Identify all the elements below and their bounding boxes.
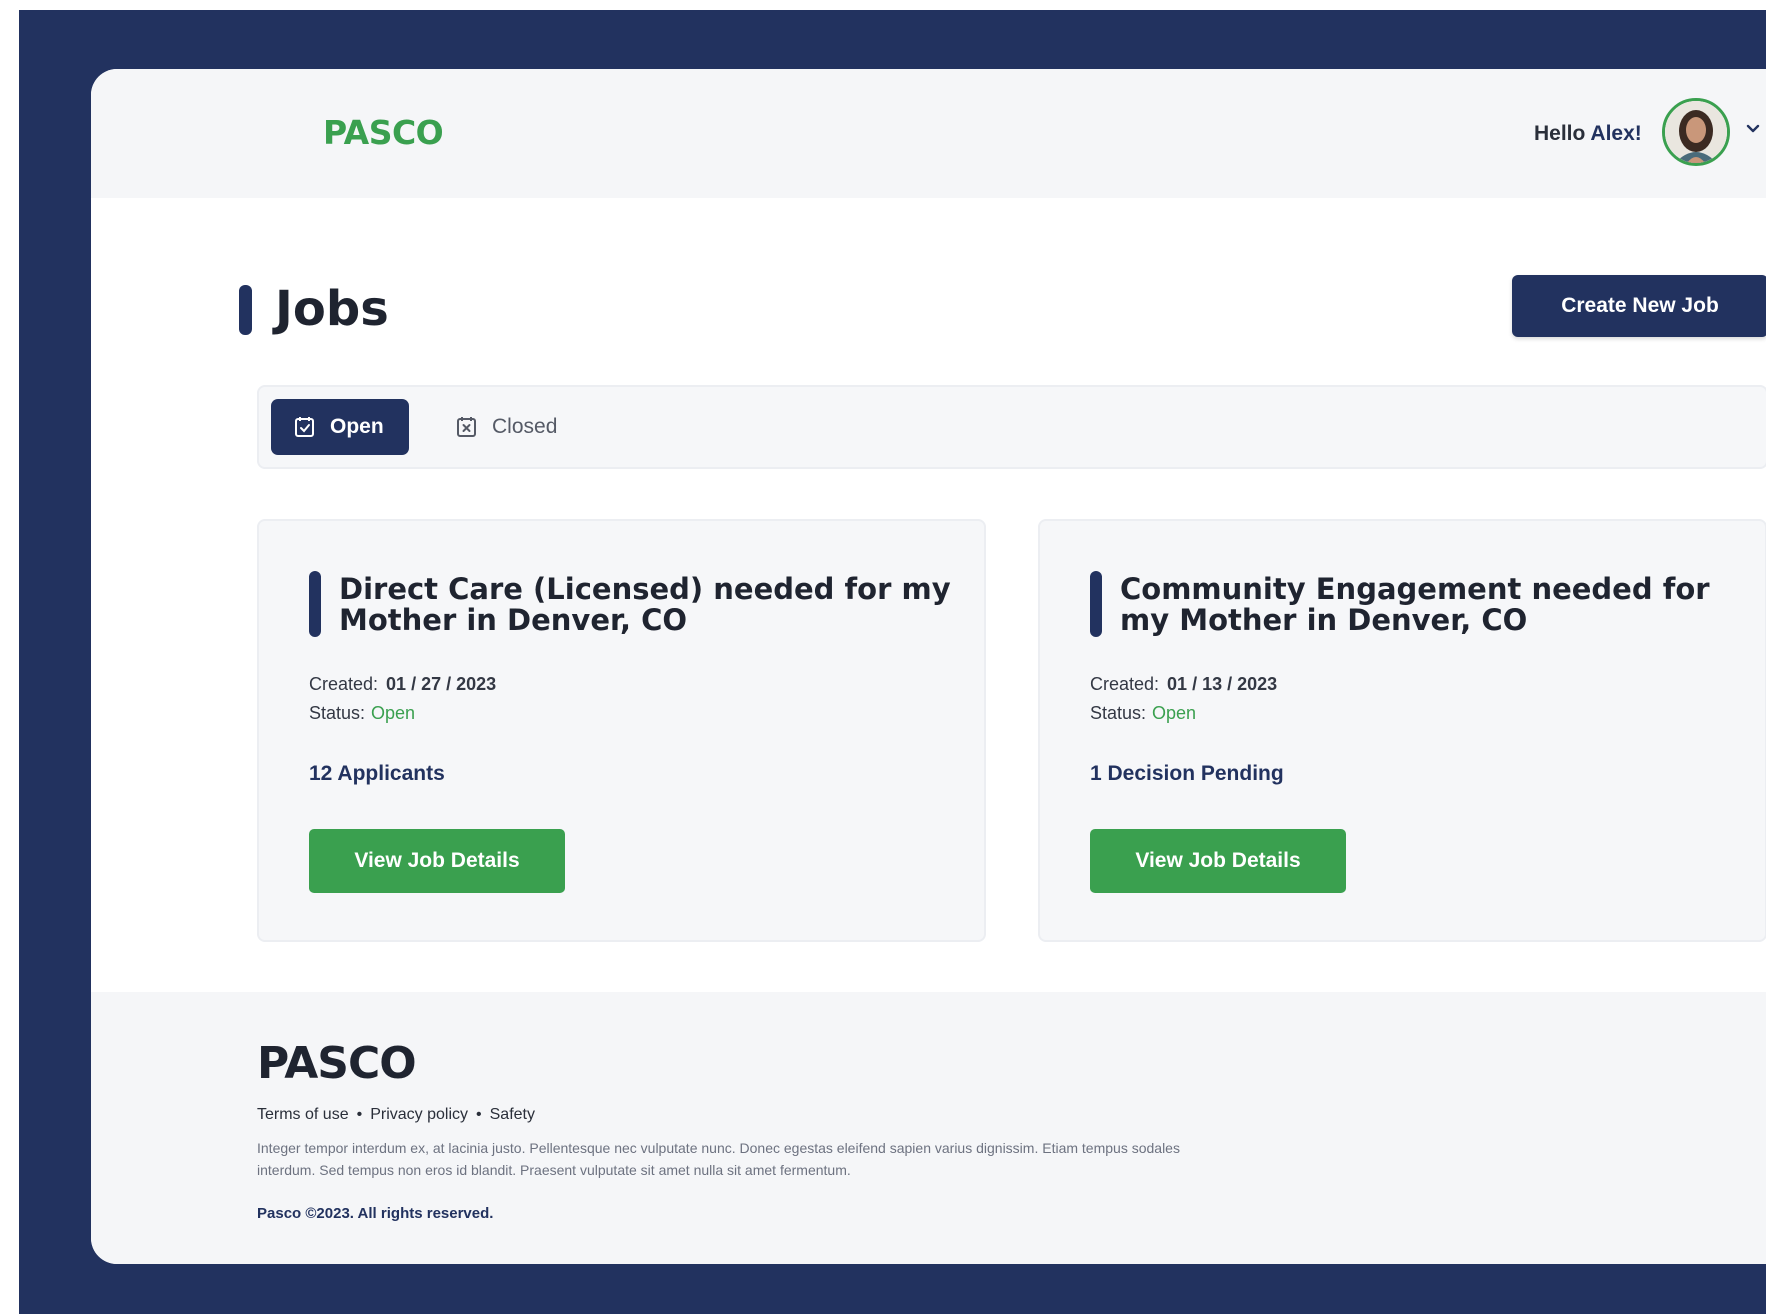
tab-closed[interactable]: Closed <box>455 399 595 455</box>
created-label: Created: <box>1090 674 1160 694</box>
bullet-separator: • <box>476 1106 482 1123</box>
avatar[interactable] <box>1662 98 1730 166</box>
chevron-down-icon[interactable] <box>1742 119 1764 141</box>
view-job-details-button[interactable]: View Job Details <box>1090 829 1346 893</box>
status-badge: Open <box>1152 703 1197 723</box>
card-accent-bar <box>1090 571 1102 637</box>
job-status-tabs: Open Closed <box>257 385 1766 469</box>
job-card: Direct Care (Licensed) needed for my Mot… <box>257 519 986 942</box>
status-badge: Open <box>371 703 416 723</box>
view-job-details-button[interactable]: View Job Details <box>309 829 565 893</box>
greeting-prefix: Hello <box>1534 122 1591 145</box>
created-date: 01 / 13 / 2023 <box>1167 674 1278 694</box>
footer-links: Terms of use • Privacy policy • Safety <box>257 1106 535 1124</box>
safety-link[interactable]: Safety <box>490 1106 535 1123</box>
user-greeting: Hello Alex! <box>1534 122 1642 146</box>
status-label: Status: <box>1090 703 1147 723</box>
page-title: Jobs <box>275 281 389 337</box>
created-label: Created: <box>309 674 379 694</box>
applicant-count[interactable]: 12 Applicants <box>309 762 445 786</box>
status-label: Status: <box>309 703 366 723</box>
title-accent-bar <box>239 285 252 335</box>
job-created: Created: 01 / 13 / 2023 <box>1090 674 1277 695</box>
card-accent-bar <box>309 571 321 637</box>
checked-calendar-icon <box>293 415 317 439</box>
job-created: Created: 01 / 27 / 2023 <box>309 674 496 695</box>
tab-open[interactable]: Open <box>271 399 409 455</box>
main-panel: PASCO Hello Alex! Jobs Create New Job Op… <box>91 69 1766 1264</box>
avatar-portrait-icon <box>1665 101 1727 163</box>
created-date: 01 / 27 / 2023 <box>386 674 497 694</box>
job-title: Direct Care (Licensed) needed for my Mot… <box>339 572 951 637</box>
copyright: Pasco ©2023. All rights reserved. <box>257 1205 494 1222</box>
terms-link[interactable]: Terms of use <box>257 1106 349 1123</box>
top-header: PASCO Hello Alex! <box>91 69 1766 198</box>
brand-logo[interactable]: PASCO <box>323 113 444 152</box>
user-name: Alex! <box>1590 122 1642 145</box>
bullet-separator: • <box>356 1106 363 1123</box>
x-box-icon <box>455 415 479 439</box>
tab-closed-label: Closed <box>492 415 558 438</box>
job-status: Status: Open <box>309 703 415 724</box>
job-card: Community Engagement needed for my Mothe… <box>1038 519 1766 942</box>
tab-open-label: Open <box>330 415 384 438</box>
create-new-job-button[interactable]: Create New Job <box>1512 275 1766 337</box>
privacy-link[interactable]: Privacy policy <box>370 1106 468 1123</box>
page-footer: PASCO Terms of use • Privacy policy • Safety… <box>91 992 1766 1264</box>
app-frame: PASCO Hello Alex! Jobs Create New Job Op… <box>19 10 1766 1314</box>
job-title: Community Engagement needed for my Mothe… <box>1120 572 1710 637</box>
job-status: Status: Open <box>1090 703 1196 724</box>
decision-pending-count[interactable]: 1 Decision Pending <box>1090 762 1284 786</box>
footer-description: Integer tempor interdum ex, at lacinia j… <box>257 1140 1180 1178</box>
footer-logo: PASCO <box>257 1038 417 1089</box>
